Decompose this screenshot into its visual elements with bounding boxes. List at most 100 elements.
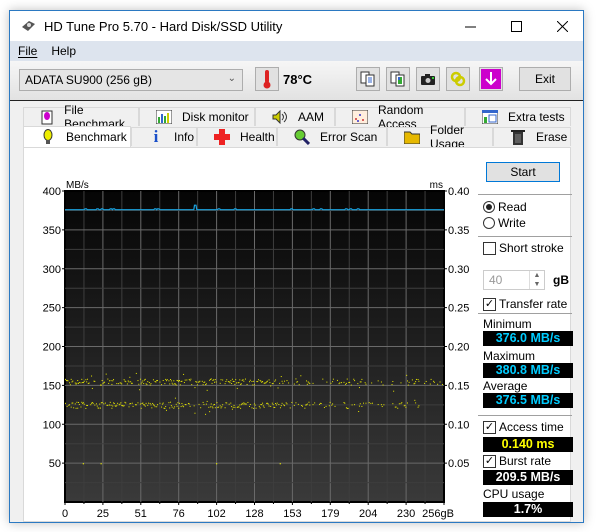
tab-disk-monitor[interactable]: Disk monitor [139,107,255,126]
tab-folder-usage[interactable]: Folder Usage [387,123,493,151]
access-time-point [138,383,140,385]
access-time-point [142,380,144,382]
minimize-button[interactable] [447,11,493,41]
tab-info[interactable]: i Info [131,127,197,146]
short-stroke-spinner[interactable]: 40 ▲ ▼ [483,270,545,290]
access-time-point [279,463,281,465]
access-time-point [270,385,272,387]
access-time-point [281,380,283,382]
write-radio[interactable]: Write [483,216,526,230]
access-time-point [329,401,331,403]
access-time-point [262,405,264,407]
access-time-point [346,378,348,380]
tab-health[interactable]: Health [197,127,277,146]
copy-screenshot-button[interactable] [386,67,410,91]
access-time-point [231,378,233,380]
access-time-point [111,407,113,409]
access-time-point [262,402,264,404]
transfer-rate-check[interactable]: ✓ [483,297,496,311]
access-time-point [228,381,230,383]
options-icon [450,71,466,87]
access-time-point [334,405,336,407]
menu-file[interactable]: File [18,44,37,58]
access-time-point [161,403,163,405]
right-axis-tick-label: 0.05 [448,458,469,470]
access-time-point [242,379,244,381]
save-button[interactable] [479,67,503,91]
access-time-point [239,379,241,381]
tab-error-scan[interactable]: Error Scan [277,127,387,146]
radio-read[interactable] [483,201,495,213]
read-radio[interactable]: Read [483,200,527,214]
access-time-point [92,402,94,404]
tab-file-benchmark[interactable]: File Benchmark [23,103,139,131]
access-time-point [66,405,68,407]
access-time-point [267,403,269,405]
access-time-point [165,378,167,380]
access-time-point [407,384,409,386]
tab-benchmark[interactable]: Benchmark [23,126,131,147]
access-time-point [67,380,69,382]
access-time-point [244,378,246,380]
access-time-point [149,402,151,404]
exit-button[interactable]: Exit [519,67,571,91]
burst-rate-checkbox[interactable]: ✓ Burst rate [483,454,551,468]
access-time-point [214,407,216,409]
access-time-checkbox[interactable]: ✓ Access time [483,420,564,434]
access-time-point [332,403,334,405]
access-time-point [232,406,234,408]
access-time-point [190,378,192,380]
access-time-point [345,382,347,384]
access-time-point [231,406,233,408]
chevron-down-icon: ⌄ [227,73,236,84]
access-time-point [183,373,185,375]
speaker-icon [272,109,288,125]
access-time-point [77,407,79,409]
temperature-value: 78°C [283,72,313,87]
access-time-point [105,373,107,375]
access-time-point [108,382,110,384]
start-button[interactable]: Start [486,162,560,182]
access-time-point [150,383,152,385]
options-button[interactable] [446,67,470,91]
access-time-point [400,403,402,405]
camera-button[interactable] [416,67,440,91]
tab-aam[interactable]: AAM [255,107,335,126]
disk-monitor-icon [156,109,172,125]
access-time-point [221,406,223,408]
menu-help[interactable]: Help [51,44,76,58]
spinner-arrows[interactable]: ▲ ▼ [529,271,544,289]
access-time-point [173,380,175,382]
access-time-point [415,402,417,404]
close-button[interactable] [539,11,585,41]
access-time-point [229,382,231,384]
short-stroke-checkbox[interactable]: Short stroke [483,241,564,255]
maximize-button[interactable] [493,11,539,41]
tab-erase[interactable]: Erase [493,127,571,146]
access-time-point [353,378,355,380]
copy-text-button[interactable] [356,67,380,91]
access-time-point [181,380,183,382]
access-time-point [150,404,152,406]
access-time-point [154,406,156,408]
left-axis-tick-label: 50 [49,458,61,470]
access-time-point [308,401,310,403]
transfer-rate-checkbox[interactable]: ✓ Transfer rate [483,297,567,311]
access-time-point [200,407,202,409]
access-time-point [208,406,210,408]
drive-select[interactable]: ADATA SU900 (256 gB) ⌄ [19,69,243,91]
access-time-point [162,402,164,404]
short-stroke-check[interactable] [483,241,496,255]
access-time-point [306,380,308,382]
access-time-point [280,405,282,407]
access-time-point [201,380,203,382]
burst-rate-check[interactable]: ✓ [483,454,496,468]
temperature-button[interactable] [255,67,279,91]
tab-strip: File Benchmark Disk monitor AAM Random A… [23,103,571,151]
access-time-point [109,401,111,403]
access-time-check[interactable]: ✓ [483,420,496,434]
radio-write[interactable] [483,217,495,229]
magnifier-icon [294,129,310,145]
right-axis-tick-label: 0.35 [448,225,469,237]
access-time-point [397,407,399,409]
